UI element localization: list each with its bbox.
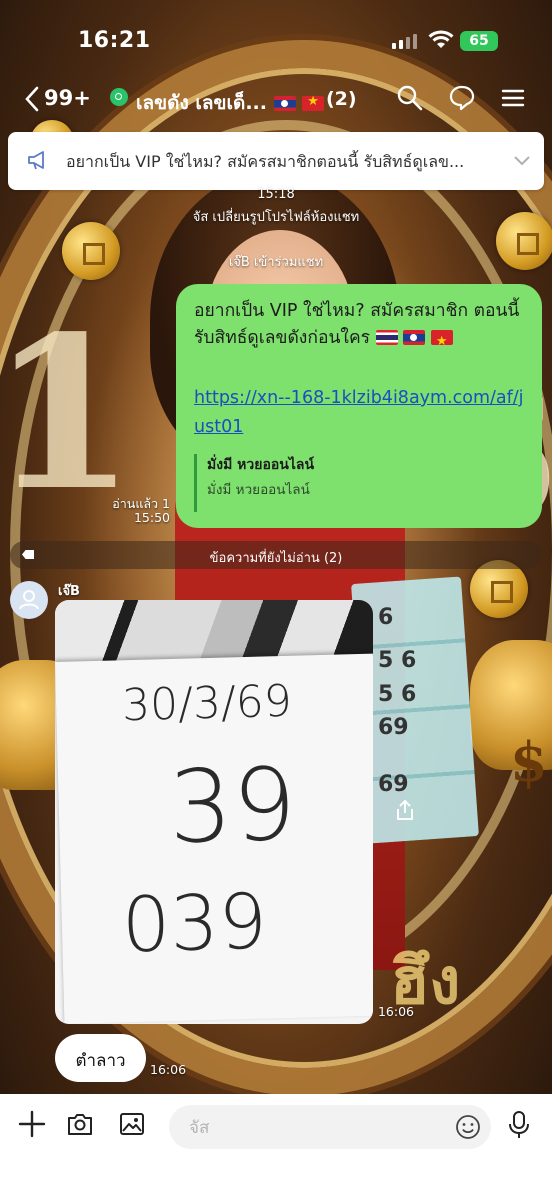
system-time: 15:18 (257, 187, 295, 202)
image-message[interactable]: 30/3/69 39 039 (55, 600, 373, 1024)
handwritten-number-2: 039 (120, 876, 269, 970)
incoming-message-time: 16:06 (150, 1062, 187, 1077)
person-icon (19, 590, 39, 610)
message-link[interactable]: https://xn--168-1klzib4i8aym.com/af/just… (194, 384, 524, 442)
back-chevron-icon[interactable] (24, 86, 40, 112)
system-message-joined: เจ๊B เข้าร่วมแชท (228, 255, 324, 270)
outgoing-message-text: อยากเป็น VIP ใช่ไหม? สมัครสมาชิก ตอนนี้ … (194, 298, 528, 355)
incoming-message-bubble[interactable]: ตำลาว (55, 1034, 146, 1082)
announcement-text: อยากเป็น VIP ใช่ไหม? สมัครสมาชิกตอนนี้ ร… (66, 152, 465, 171)
handwritten-number-1: 39 (167, 745, 298, 867)
vietnam-flag-icon (302, 94, 325, 111)
thailand-flag-icon (375, 330, 398, 345)
status-time: 16:21 (78, 28, 151, 53)
chat-bubble-icon[interactable] (448, 84, 476, 112)
link-preview-title: มั่งมี หวยออนไลน์ (207, 457, 315, 473)
photo-time: 16:06 (377, 1004, 414, 1019)
unread-count[interactable]: 99+ (44, 86, 91, 110)
announcement-banner[interactable]: อยากเป็น VIP ใช่ไหม? สมัครสมาชิกตอนนี้ ร… (8, 132, 544, 190)
laos-flag-icon (273, 96, 296, 111)
link-preview[interactable]: มั่งมี หวยออนไลน์ มั่งมี หวยออนไลน์ (194, 454, 527, 512)
member-count: (2) (326, 88, 357, 110)
share-icon[interactable] (392, 797, 418, 823)
cellular-signal-icon (392, 34, 417, 49)
message-input-bar (0, 1094, 552, 1200)
link-preview-subtitle: มั่งมี หวยออนไลน์ (207, 482, 310, 498)
camera-icon[interactable] (66, 1110, 94, 1138)
handwritten-date: 30/3/69 (121, 675, 293, 732)
search-icon[interactable] (396, 84, 424, 112)
status-bar: 16:21 65 (0, 0, 552, 80)
chevron-down-icon[interactable] (512, 152, 532, 168)
unread-divider: ข้อความที่ยังไม่อ่าน (2) (10, 541, 542, 569)
outgoing-message-bubble[interactable]: อยากเป็น VIP ใช่ไหม? สมัครสมาชิก ตอนนี้ … (176, 284, 542, 528)
system-message-profile: จัส เปลี่ยนรูปโปรไฟล์ห้องแชท (192, 210, 360, 225)
megaphone-icon (28, 151, 44, 170)
menu-icon[interactable] (500, 84, 526, 112)
sender-name: เจ๊B (58, 584, 80, 599)
unread-divider-label: ข้อความที่ยังไม่อ่าน (2) (209, 551, 343, 566)
avatar[interactable] (10, 581, 48, 619)
message-input[interactable] (187, 1105, 441, 1151)
openchat-icon (110, 88, 128, 106)
battery-indicator: 65 (460, 31, 498, 51)
message-field[interactable] (169, 1105, 491, 1151)
vietnam-flag-icon (430, 328, 453, 355)
laos-flag-icon (403, 330, 426, 345)
wifi-icon (428, 30, 454, 48)
incoming-message-text: ตำลาว (75, 1051, 126, 1071)
microphone-icon[interactable] (506, 1110, 532, 1140)
chat-header: 99+ เลขดัง เลขเด็... (2) (0, 80, 552, 122)
plus-icon[interactable] (18, 1110, 46, 1138)
outgoing-message-time: 15:50 (133, 510, 170, 525)
image-icon[interactable] (118, 1110, 146, 1138)
chat-title-text: เลขดัง เลขเด็... (136, 92, 267, 114)
emoji-icon[interactable] (455, 1114, 481, 1140)
